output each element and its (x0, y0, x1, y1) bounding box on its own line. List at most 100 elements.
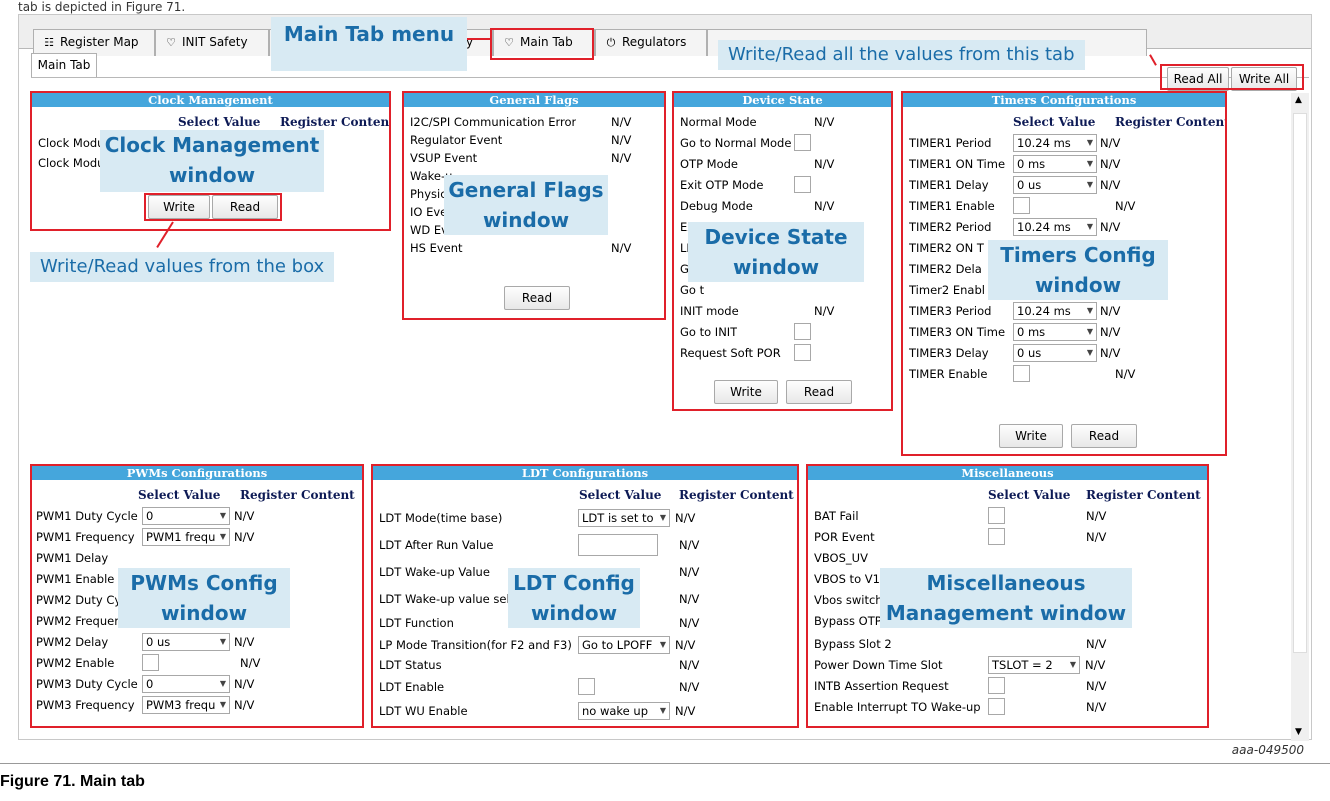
ldt-label: LDT Wake-up Value (379, 565, 490, 579)
flags-read-button[interactable]: Read (504, 286, 570, 310)
chevron-down-icon: ▼ (219, 637, 226, 646)
misc-label: INTB Assertion Request (814, 679, 949, 693)
intb-assertion-checkbox[interactable] (988, 677, 1005, 694)
tab-init-safety[interactable]: ♡ INIT Safety (155, 29, 269, 56)
misc-value: N/V (1085, 658, 1106, 672)
device-read-button[interactable]: Read (786, 380, 852, 404)
top-text: tab is depicted in Figure 71. (18, 0, 186, 14)
pwm1-frequency-select[interactable]: PWM1 frequ ▼ (142, 528, 230, 546)
ldt-after-run-input[interactable] (578, 534, 658, 556)
timer-label: TIMER Enable (909, 367, 988, 381)
device-label: Go t (680, 283, 705, 297)
ldt-value: N/V (679, 616, 700, 630)
clock-row-label: Clock Modu (38, 136, 105, 150)
pwm-value: N/V (234, 509, 255, 523)
scroll-down-icon[interactable]: ▼ (1295, 727, 1302, 737)
por-event-checkbox[interactable] (988, 528, 1005, 545)
flag-value: N/V (611, 115, 632, 129)
callout-misc-window: Miscellaneous Management window (880, 568, 1132, 628)
chevron-down-icon: ▼ (659, 640, 666, 649)
timer-value: N/V (1100, 178, 1121, 192)
callout-pwms-window: PWMs Config window (118, 568, 290, 628)
timer1-delay-select[interactable]: 0 us ▼ (1013, 176, 1097, 194)
figure-id: aaa-049500 (1231, 743, 1304, 757)
flag-value: N/V (611, 133, 632, 147)
ldt-label: LDT Function (379, 616, 454, 630)
flag-value: N/V (611, 241, 632, 255)
pwm-label: PWM2 Enable (36, 656, 115, 670)
ldt-value: N/V (675, 704, 696, 718)
timer-enable-checkbox[interactable] (1013, 365, 1030, 382)
enable-interrupt-checkbox[interactable] (988, 698, 1005, 715)
ldt-label: LDT Mode(time base) (379, 511, 503, 525)
pwm-label: PWM1 Duty Cycle (36, 509, 138, 523)
timer-label: TIMER3 Delay (909, 346, 989, 360)
pwm1-duty-select[interactable]: 0 ▼ (142, 507, 230, 525)
timer-label: TIMER2 Dela (909, 262, 982, 276)
panel-title: LDT Configurations (373, 466, 797, 480)
timer2-period-select[interactable]: 10.24 ms ▼ (1013, 218, 1097, 236)
power-down-slot-select[interactable]: TSLOT = 2 ▼ (988, 656, 1080, 674)
timer3-on-time-select[interactable]: 0 ms ▼ (1013, 323, 1097, 341)
col-register-content: Register Content (280, 115, 391, 129)
main-tab-connector (466, 38, 490, 40)
chevron-down-icon: ▼ (219, 532, 226, 541)
timer-label: TIMER2 Period (909, 220, 992, 234)
panel-title: Timers Configurations (903, 93, 1225, 107)
pwm-value: N/V (234, 635, 255, 649)
timer-label: TIMER3 ON Time (909, 325, 1006, 339)
ldt-value: N/V (679, 680, 700, 694)
timer-label: TIMER3 Period (909, 304, 992, 318)
subtab-main[interactable]: Main Tab (31, 53, 97, 77)
chevron-down-icon: ▼ (659, 513, 666, 522)
ldt-value: N/V (679, 658, 700, 672)
chevron-down-icon: ▼ (219, 511, 226, 520)
col-register-content: Register Content (1115, 115, 1227, 129)
ldt-value: N/V (675, 638, 696, 652)
misc-label: Power Down Time Slot (814, 658, 943, 672)
ldt-wu-enable-select[interactable]: no wake up ▼ (578, 702, 670, 720)
chevron-down-icon: ▼ (1086, 159, 1093, 168)
misc-label: Bypass Slot 2 (814, 637, 892, 651)
timer1-period-select[interactable]: 10.24 ms ▼ (1013, 134, 1097, 152)
ldt-enable-checkbox[interactable] (578, 678, 595, 695)
scroll-thumb[interactable] (1293, 113, 1307, 653)
timer-value: N/V (1100, 220, 1121, 234)
misc-value: N/V (1086, 530, 1107, 544)
misc-value: N/V (1086, 679, 1107, 693)
ldt-mode-select[interactable]: LDT is set to ▼ (578, 509, 670, 527)
chevron-down-icon: ▼ (659, 706, 666, 715)
exit-otp-checkbox[interactable] (794, 176, 811, 193)
timer3-delay-select[interactable]: 0 us ▼ (1013, 344, 1097, 362)
go-to-init-checkbox[interactable] (794, 323, 811, 340)
flag-label: HS Event (410, 241, 463, 255)
pwm-value: N/V (234, 530, 255, 544)
timers-write-button[interactable]: Write (999, 424, 1063, 448)
device-value: N/V (814, 304, 835, 318)
go-to-normal-checkbox[interactable] (794, 134, 811, 151)
pwm3-duty-select[interactable]: 0 ▼ (142, 675, 230, 693)
flag-label: VSUP Event (410, 151, 478, 165)
pwm2-enable-checkbox[interactable] (142, 654, 159, 671)
tab-register-map[interactable]: ☷ Register Map (33, 29, 155, 56)
request-soft-por-checkbox[interactable] (794, 344, 811, 361)
vertical-scrollbar[interactable]: ▲ ▼ (1291, 93, 1309, 741)
timer-label: TIMER1 Enable (909, 199, 995, 213)
scroll-up-icon[interactable]: ▲ (1295, 95, 1302, 105)
pwm3-frequency-select[interactable]: PWM3 frequ ▼ (142, 696, 230, 714)
timer1-enable-checkbox[interactable] (1013, 197, 1030, 214)
timer-value: N/V (1100, 136, 1121, 150)
bat-fail-checkbox[interactable] (988, 507, 1005, 524)
timers-read-button[interactable]: Read (1071, 424, 1137, 448)
lp-mode-transition-select[interactable]: Go to LPOFF ▼ (578, 636, 670, 654)
pwm-label: PWM2 Frequen (36, 614, 122, 628)
timer3-period-select[interactable]: 10.24 ms ▼ (1013, 302, 1097, 320)
timer1-on-time-select[interactable]: 0 ms ▼ (1013, 155, 1097, 173)
chevron-down-icon: ▼ (1086, 348, 1093, 357)
device-label: Normal Mode (680, 115, 757, 129)
pwm2-delay-select[interactable]: 0 us ▼ (142, 633, 230, 651)
clock-buttons-highlight (144, 193, 282, 221)
tab-regulators[interactable]: ⏻ Regulators (595, 29, 707, 56)
chevron-down-icon: ▼ (219, 679, 226, 688)
device-write-button[interactable]: Write (714, 380, 778, 404)
